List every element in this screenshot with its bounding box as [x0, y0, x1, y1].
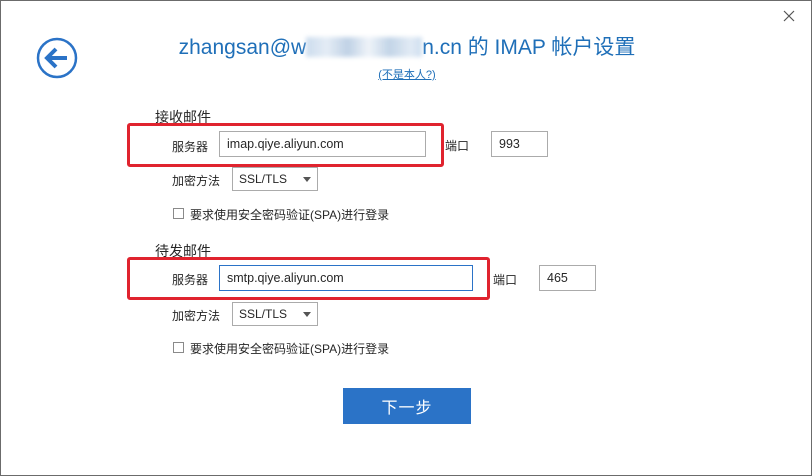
dialog-title: zhangsan@w n.cn 的 IMAP 帐户设置 [101, 31, 713, 61]
outgoing-port-label: 端口 [493, 273, 518, 287]
not-me-link[interactable]: (不是本人?) [1, 66, 812, 82]
incoming-spa-checkbox[interactable] [173, 208, 184, 219]
outgoing-spa-checkbox[interactable] [173, 342, 184, 353]
incoming-port-input[interactable]: 993 [491, 131, 548, 157]
incoming-encryption-value: SSL/TLS [239, 172, 288, 186]
chevron-down-icon [303, 177, 311, 182]
outgoing-encryption-label: 加密方法 [172, 309, 221, 323]
incoming-spa-label: 要求使用安全密码验证(SPA)进行登录 [190, 208, 390, 222]
outgoing-server-input[interactable]: smtp.qiye.aliyun.com [219, 265, 473, 291]
not-me-link-text: (不是本人?) [378, 69, 436, 81]
outgoing-server-label: 服务器 [172, 273, 209, 287]
incoming-server-label: 服务器 [172, 140, 209, 154]
account-settings-dialog: zhangsan@w n.cn 的 IMAP 帐户设置 (不是本人?) 接收邮件 … [0, 0, 812, 476]
close-icon [783, 9, 795, 27]
outgoing-encryption-value: SSL/TLS [239, 307, 288, 321]
next-button[interactable]: 下一步 [343, 388, 471, 424]
incoming-port-label: 端口 [445, 139, 470, 153]
incoming-server-input[interactable]: imap.qiye.aliyun.com [219, 131, 426, 157]
incoming-section-title: 接收邮件 [155, 109, 211, 125]
outgoing-encryption-select[interactable]: SSL/TLS [232, 302, 318, 326]
outgoing-port-input[interactable]: 465 [539, 265, 596, 291]
next-button-label: 下一步 [381, 400, 433, 417]
incoming-encryption-label: 加密方法 [172, 174, 221, 188]
incoming-encryption-select[interactable]: SSL/TLS [232, 167, 318, 191]
close-button[interactable] [777, 7, 801, 29]
title-email-prefix: zhangsan@w [178, 36, 307, 59]
redacted-blur [306, 37, 423, 57]
outgoing-spa-label: 要求使用安全密码验证(SPA)进行登录 [190, 342, 390, 356]
outgoing-section-title: 待发邮件 [155, 243, 211, 259]
title-suffix: n.cn 的 IMAP 帐户设置 [422, 36, 636, 59]
chevron-down-icon [303, 312, 311, 317]
